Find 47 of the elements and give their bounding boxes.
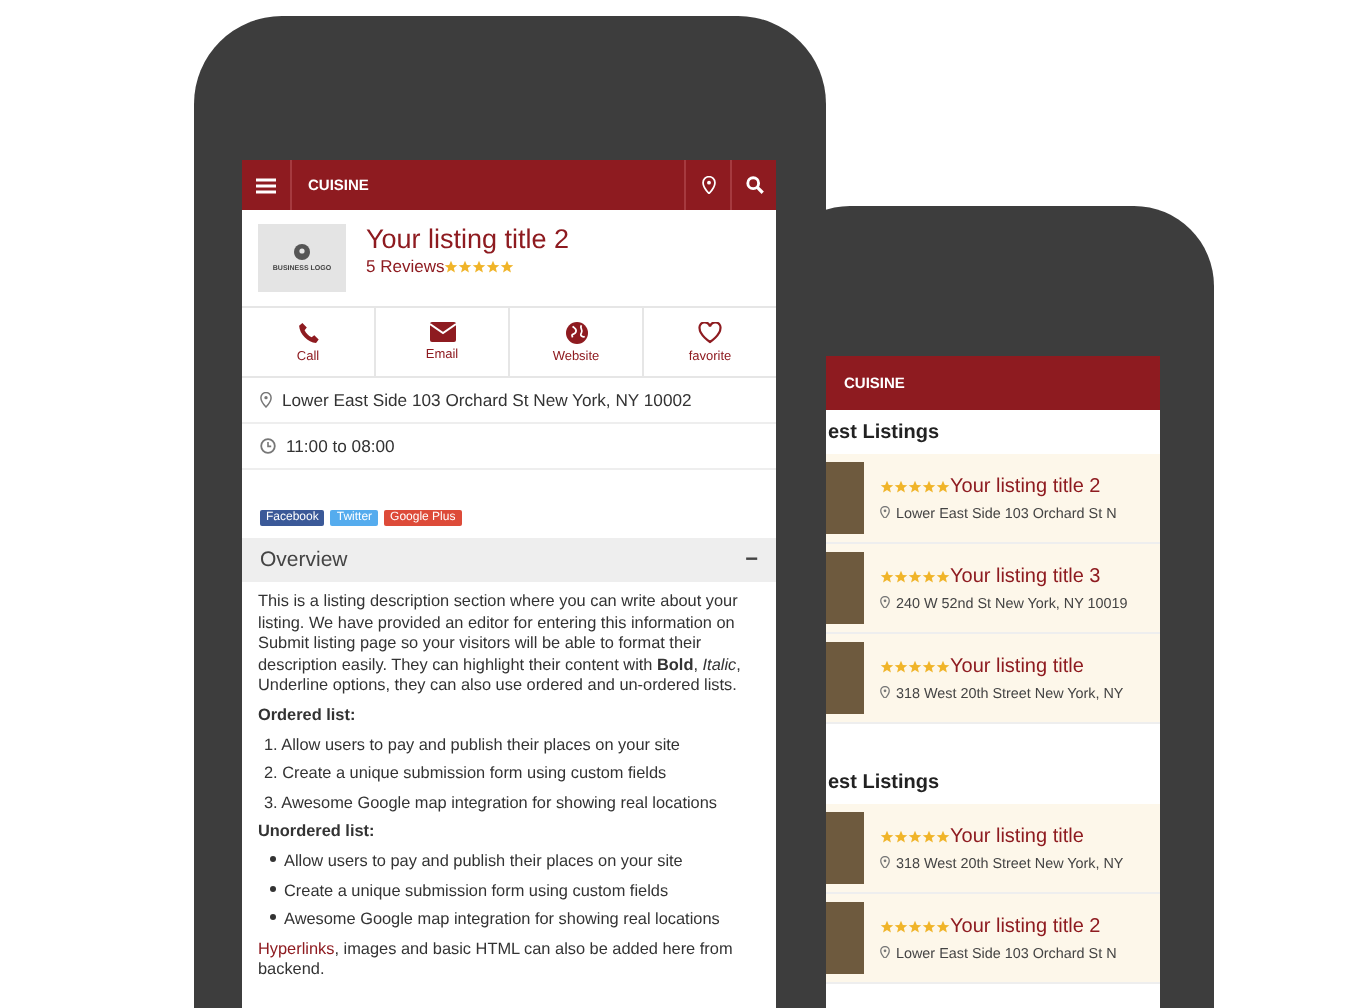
ordered-list-item: 1. Allow users to pay and publish their places on your site	[262, 735, 682, 757]
photo-placeholder	[824, 902, 864, 974]
overview-header[interactable]: Overview −	[242, 538, 776, 582]
listing-title: Your listing title	[950, 655, 1084, 677]
bullet-list-item: Create a unique submission form using custom fields	[258, 881, 760, 903]
location-pin-icon	[880, 595, 890, 609]
listing-title: Your listing title 2	[950, 915, 1101, 937]
listing-title: Your listing title 3	[950, 565, 1101, 587]
envelope-icon	[429, 322, 455, 342]
heart-icon	[698, 321, 722, 343]
listing-title: Your listing title 2	[366, 224, 570, 256]
clock-icon	[260, 438, 276, 454]
photo-placeholder	[824, 462, 864, 534]
list-heading: Unordered list:	[258, 822, 377, 844]
bullet-icon	[270, 914, 276, 921]
ordered-list-item: 2. Create a unique submission form using custom fields	[262, 764, 669, 786]
section-title: Overview	[260, 548, 348, 572]
photo-placeholder	[824, 642, 864, 714]
location-pin-icon	[260, 392, 272, 408]
bullet-list-item: Awesome Google map integration for showing real locations	[258, 910, 760, 932]
closing-paragraph: Hyperlinks, images and basic HTML can also be added here from backend.	[258, 939, 735, 982]
bullet-list-item: Allow users to pay and publish their places on your site	[258, 851, 760, 874]
address-text: Lower East Side 103 Orchard St New York, NY 10002	[282, 390, 692, 410]
location-pin-icon	[701, 175, 715, 195]
listing-title: Your listing title	[950, 825, 1084, 847]
globe-icon	[565, 321, 587, 343]
phone-icon	[297, 321, 319, 343]
description-paragraph: This is a listing description section where you can write about your listing. We have provided an editor for entering this information on Submit listing page so your visitors will be able to format their description easily. They can highlight their content with Bold, Italic, Underline options, they can also use ordered and un-ordered lists.	[258, 592, 743, 698]
hours-text: 11:00 to 08:00	[286, 436, 395, 456]
collapse-toggle[interactable]: −	[745, 548, 758, 572]
location-pin-icon	[880, 685, 890, 699]
search-icon[interactable]	[745, 176, 763, 194]
bullet-icon	[270, 885, 276, 892]
ordered-list-item: 3. Awesome Google map integration for showing real locations	[262, 793, 719, 815]
location-pin-icon	[880, 945, 890, 959]
list-heading: Ordered list:	[258, 705, 358, 728]
location-pin-icon	[880, 855, 890, 869]
hyperlinks-link[interactable]: Hyperlinks	[258, 939, 335, 958]
bullet-icon	[270, 856, 276, 863]
listing-title: Your listing title 2	[950, 475, 1101, 497]
section-title: est Listings	[826, 422, 942, 448]
section-title: est Listings	[826, 772, 942, 798]
photo-placeholder	[824, 552, 864, 624]
photo-placeholder	[824, 812, 864, 884]
menu-icon[interactable]	[256, 177, 276, 193]
location-pin-icon	[880, 505, 890, 519]
reviews-link[interactable]: 5 Reviews	[366, 256, 445, 276]
